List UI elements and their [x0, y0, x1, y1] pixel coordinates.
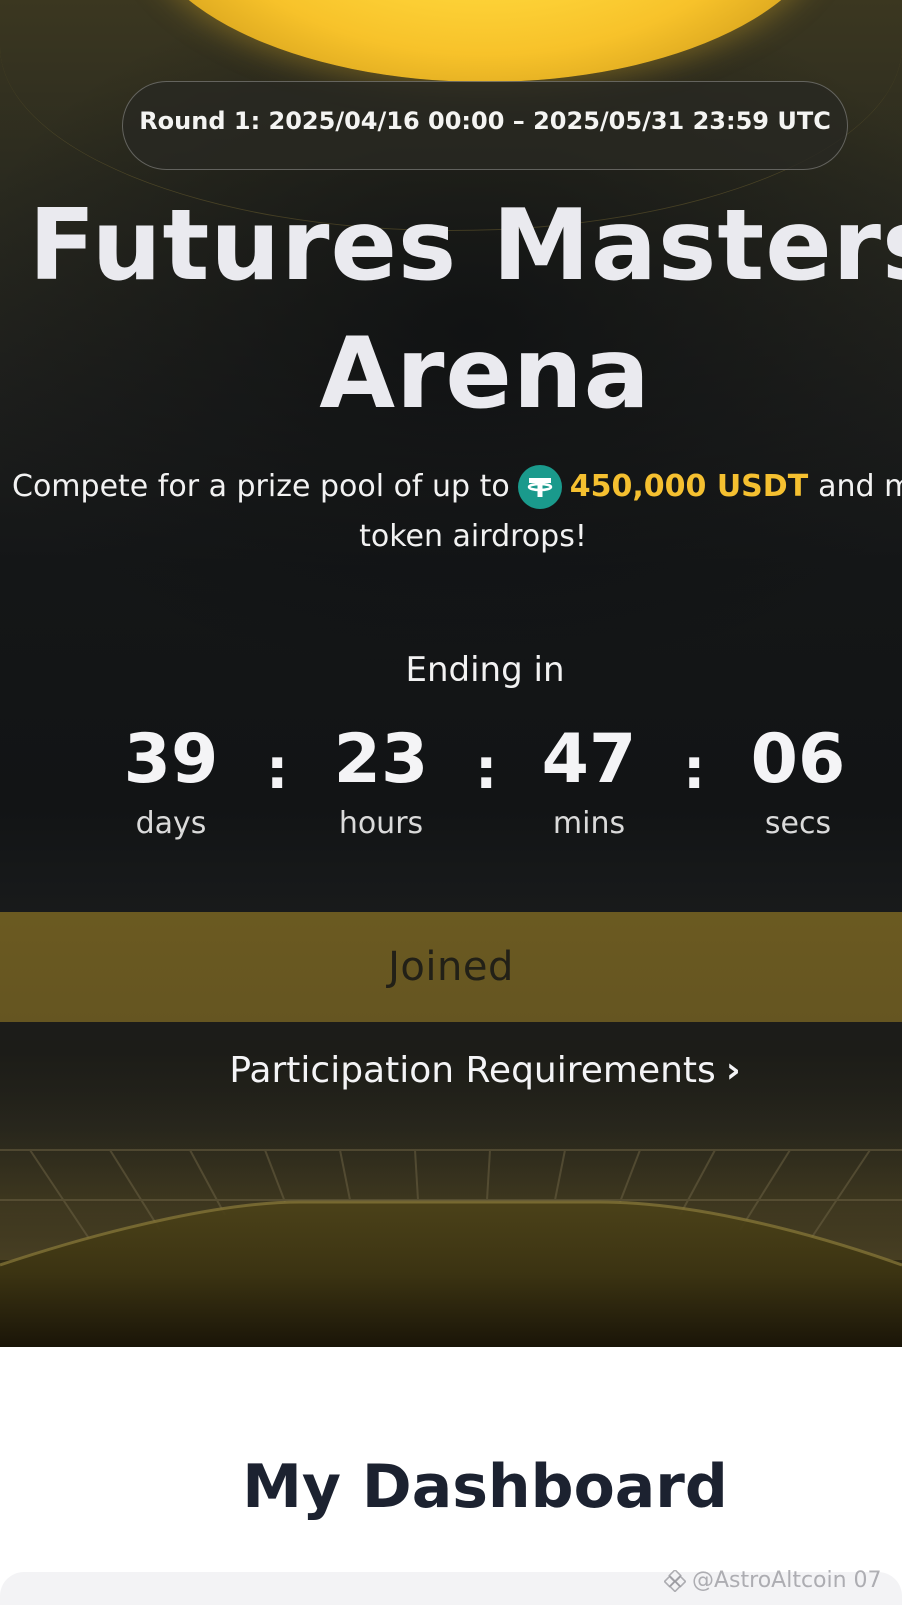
- watermark: @AstroAltcoin 07: [664, 1568, 882, 1593]
- countdown-days: 39 days: [81, 720, 261, 844]
- countdown-days-value: 39: [123, 720, 219, 799]
- countdown-hours-label: hours: [338, 806, 424, 841]
- stadium-graphic: [0, 1090, 902, 1347]
- prize-subtitle-line-2: token airdrops!: [359, 519, 587, 554]
- chevron-right-icon: ›: [725, 1050, 741, 1091]
- countdown-separator: :: [475, 737, 498, 802]
- countdown-separator: :: [683, 737, 706, 802]
- prize-subtitle: Compete for a prize pool of up to 450,00…: [12, 462, 902, 562]
- prize-subtitle-line-1: Compete for a prize pool of up to 450,00…: [12, 462, 902, 512]
- joined-button-label: Joined: [388, 944, 514, 990]
- binance-square-logo-icon: [664, 1569, 686, 1592]
- countdown-mins-label: mins: [552, 806, 626, 841]
- page-title: Futures Masters Arena: [0, 182, 902, 438]
- prize-amount: 450,000 USDT: [569, 469, 809, 504]
- countdown-timer: 39 days 23 hours 47 mins 06 secs: [0, 720, 902, 870]
- participation-requirements-label: Participation Requirements: [229, 1050, 716, 1091]
- dashboard-title: My Dashboard: [242, 1452, 728, 1523]
- watermark-text: @AstroAltcoin 07: [692, 1568, 882, 1593]
- hero-banner: Round 1: 2025/04/16 00:00 – 2025/05/31 2…: [0, 0, 902, 1347]
- countdown-secs-label: secs: [764, 806, 832, 841]
- title-line-1: Futures Masters: [28, 189, 902, 303]
- participation-requirements-link[interactable]: Participation Requirements ›: [0, 1050, 902, 1091]
- joined-button[interactable]: Joined: [0, 912, 902, 1022]
- countdown-separator: :: [266, 737, 289, 802]
- countdown-secs-value: 06: [750, 720, 846, 799]
- hero-sun-graphic: [138, 0, 832, 82]
- round-dates-text: Round 1: 2025/04/16 00:00 – 2025/05/31 2…: [139, 106, 831, 135]
- subtitle-suffix: and mult: [818, 469, 902, 504]
- countdown-secs: 06 secs: [708, 720, 888, 844]
- countdown-heading: Ending in: [405, 650, 565, 690]
- page: Round 1: 2025/04/16 00:00 – 2025/05/31 2…: [0, 0, 902, 1605]
- title-line-2: Arena: [319, 317, 651, 431]
- countdown-days-label: days: [135, 806, 207, 841]
- countdown-hours-value: 23: [333, 720, 429, 799]
- countdown-hours: 23 hours: [291, 720, 471, 844]
- round-dates-pill: Round 1: 2025/04/16 00:00 – 2025/05/31 2…: [122, 81, 848, 170]
- countdown-mins-value: 47: [541, 720, 637, 799]
- usdt-tether-icon: [517, 465, 562, 509]
- countdown-mins: 47 mins: [499, 720, 679, 844]
- subtitle-prefix: Compete for a prize pool of up to: [12, 469, 510, 504]
